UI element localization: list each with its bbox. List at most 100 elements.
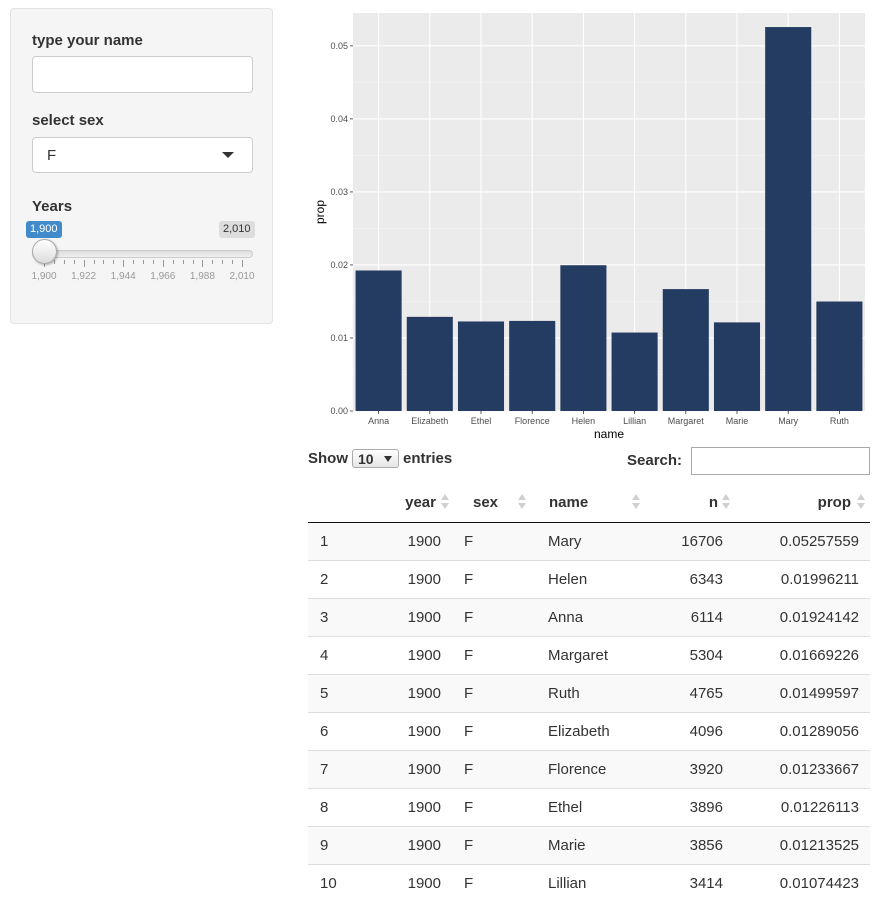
years-slider-label: Years [32, 198, 72, 215]
chart-bar [816, 301, 862, 411]
slider-tick [193, 260, 194, 264]
slider-tick [212, 260, 213, 264]
cell-sex: F [452, 561, 536, 599]
chart-x-tick-label: Helen [572, 416, 596, 426]
table-header-row: year sex name n prop [308, 482, 870, 523]
table-row[interactable]: 71900FFlorence39200.01233667 [308, 751, 870, 789]
cell-prop: 0.01213525 [734, 827, 870, 865]
cell-year: 1900 [362, 789, 452, 827]
cell-year: 1900 [362, 637, 452, 675]
cell-year: 1900 [362, 865, 452, 902]
entries-length-value: 10 [358, 451, 374, 467]
table-row[interactable]: 51900FRuth47650.01499597 [308, 675, 870, 713]
slider-tick [64, 260, 65, 264]
chart-x-tick-label: Anna [368, 416, 389, 426]
column-header-n[interactable]: n [644, 482, 734, 523]
search-input[interactable] [691, 447, 870, 475]
cell-index: 5 [308, 675, 362, 713]
table-row[interactable]: 21900FHelen63430.01996211 [308, 561, 870, 599]
cell-sex: F [452, 523, 536, 561]
sidebar-panel: type your name select sex F Years 1,900 … [10, 8, 273, 324]
cell-name: Florence [536, 751, 644, 789]
chart-x-tick-label: Margaret [668, 416, 705, 426]
cell-sex: F [452, 827, 536, 865]
chart-bar [560, 265, 606, 411]
cell-n: 3856 [644, 827, 734, 865]
cell-n: 6343 [644, 561, 734, 599]
entries-length-select[interactable]: 10 [352, 449, 399, 468]
chart-bar [509, 321, 555, 411]
name-input[interactable] [32, 56, 253, 93]
cell-prop: 0.01996211 [734, 561, 870, 599]
cell-name: Margaret [536, 637, 644, 675]
cell-sex: F [452, 675, 536, 713]
bar-chart-svg: 0.000.010.020.030.040.05AnnaElizabethEth… [300, 0, 876, 446]
chart-x-tick-label: Ethel [471, 416, 492, 426]
chart-y-tick-label: 0.04 [330, 114, 348, 124]
chart-bar [663, 289, 709, 411]
cell-index: 3 [308, 599, 362, 637]
slider-tick [113, 260, 114, 264]
years-slider-track[interactable] [32, 250, 253, 258]
cell-year: 1900 [362, 599, 452, 637]
cell-name: Ruth [536, 675, 644, 713]
column-header-label: sex [473, 494, 498, 511]
column-header-label: prop [818, 494, 851, 511]
cell-index: 10 [308, 865, 362, 902]
slider-tick [222, 260, 223, 264]
cell-sex: F [452, 865, 536, 902]
sort-icon [632, 493, 640, 511]
cell-prop: 0.01669226 [734, 637, 870, 675]
years-slider-handle[interactable] [32, 239, 57, 264]
sex-select-value: F [47, 147, 56, 164]
cell-prop: 0.01289056 [734, 713, 870, 751]
cell-prop: 0.01226113 [734, 789, 870, 827]
cell-prop: 0.05257559 [734, 523, 870, 561]
table-row[interactable]: 41900FMargaret53040.01669226 [308, 637, 870, 675]
cell-prop: 0.01074423 [734, 865, 870, 902]
table-body: 11900FMary167060.0525755921900FHelen6343… [308, 523, 870, 902]
table-row[interactable]: 91900FMarie38560.01213525 [308, 827, 870, 865]
slider-tick [74, 260, 75, 264]
name-input-label: type your name [32, 32, 143, 49]
slider-tick [133, 260, 134, 264]
slider-tick [183, 260, 184, 264]
table-row[interactable]: 61900FElizabeth40960.01289056 [308, 713, 870, 751]
cell-sex: F [452, 751, 536, 789]
chart-x-tick-label: Ruth [830, 416, 849, 426]
cell-year: 1900 [362, 675, 452, 713]
cell-index: 7 [308, 751, 362, 789]
cell-sex: F [452, 637, 536, 675]
chart-bar [765, 27, 811, 411]
chart-x-axis-title: name [594, 427, 624, 441]
chart-bar [458, 321, 504, 411]
slider-grid-label: 1,988 [190, 271, 215, 282]
cell-name: Marie [536, 827, 644, 865]
sex-select[interactable]: F [32, 137, 253, 173]
table-row[interactable]: 101900FLillian34140.01074423 [308, 865, 870, 902]
table-row[interactable]: 31900FAnna61140.01924142 [308, 599, 870, 637]
cell-name: Helen [536, 561, 644, 599]
slider-tick [103, 260, 104, 264]
column-header-sex[interactable]: sex [452, 482, 536, 523]
chevron-down-icon [222, 152, 234, 158]
chart-x-tick-label: Marie [726, 416, 749, 426]
table-row[interactable]: 11900FMary167060.05257559 [308, 523, 870, 561]
cell-n: 6114 [644, 599, 734, 637]
slider-to-badge: 2,010 [219, 221, 255, 238]
slider-grid-label: 1,944 [111, 271, 136, 282]
column-header-name[interactable]: name [536, 482, 644, 523]
table-row[interactable]: 81900FEthel38960.01226113 [308, 789, 870, 827]
slider-tick [242, 260, 243, 267]
slider-tick [84, 260, 85, 267]
slider-grid-label: 2,010 [229, 271, 254, 282]
column-header-prop[interactable]: prop [734, 482, 870, 523]
slider-tick [153, 260, 154, 264]
chart-y-tick-label: 0.01 [330, 333, 348, 343]
cell-name: Elizabeth [536, 713, 644, 751]
slider-from-badge: 1,900 [26, 221, 62, 238]
chart-x-tick-label: Mary [778, 416, 798, 426]
slider-grid-label: 1,966 [150, 271, 175, 282]
cell-index: 8 [308, 789, 362, 827]
column-header-year[interactable]: year [362, 482, 452, 523]
